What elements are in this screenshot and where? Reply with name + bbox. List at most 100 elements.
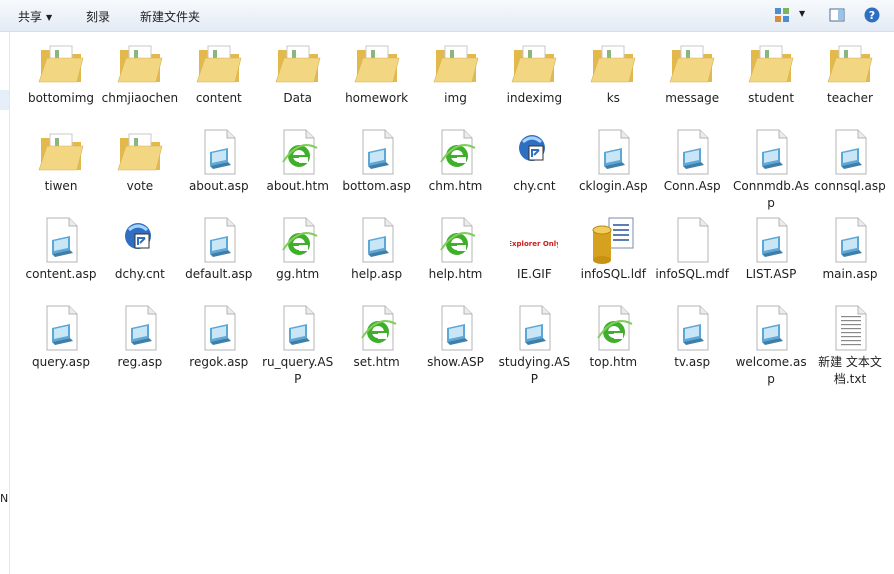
file-item[interactable]: Connmdb.Asp — [732, 122, 810, 212]
file-item[interactable]: tv.asp — [653, 298, 731, 371]
file-item[interactable]: chmjiaochen — [101, 34, 179, 107]
file-item[interactable]: help.htm — [417, 210, 495, 283]
file-item[interactable]: content.asp — [22, 210, 100, 283]
view-options-icon[interactable] — [774, 7, 790, 23]
file-item[interactable]: ks — [574, 34, 652, 107]
share-menu[interactable]: 共享 ▼ — [18, 8, 52, 25]
file-item[interactable]: chm.htm — [417, 122, 495, 195]
file-item[interactable]: cklogin.Asp — [574, 122, 652, 195]
file-name: help.asp — [351, 267, 403, 281]
folder-icon — [116, 40, 164, 88]
help-contents-icon — [116, 216, 164, 264]
folder-icon — [353, 40, 401, 88]
file-name: top.htm — [589, 355, 638, 369]
ie-htm-file-icon — [432, 216, 480, 264]
ie-htm-file-icon — [274, 216, 322, 264]
file-name: about.asp — [188, 179, 249, 193]
file-item[interactable]: about.asp — [180, 122, 258, 195]
file-name: IE.GIF — [517, 267, 552, 281]
asp-file-icon — [589, 128, 637, 176]
file-item[interactable]: homework — [338, 34, 416, 107]
file-item[interactable]: bottomimg — [22, 34, 100, 107]
folder-icon — [116, 128, 164, 176]
file-name: infoSQL.mdf — [655, 267, 729, 281]
file-item[interactable]: dchy.cnt — [101, 210, 179, 283]
file-item[interactable]: tiwen — [22, 122, 100, 195]
file-list[interactable]: bottomimg chmjiaochen content Data homework i… — [10, 32, 894, 574]
asp-file-icon — [37, 304, 85, 352]
file-name: indeximg — [506, 91, 563, 105]
asp-file-icon — [668, 304, 716, 352]
file-item[interactable]: 新建 文本文档.txt — [811, 298, 889, 388]
blank-file-icon — [668, 216, 716, 264]
file-item[interactable]: set.htm — [338, 298, 416, 371]
view-dropdown-chevron-icon[interactable]: ▼ — [799, 9, 805, 18]
file-item[interactable]: content — [180, 34, 258, 107]
file-item[interactable]: top.htm — [574, 298, 652, 371]
file-item[interactable]: chy.cnt — [495, 122, 573, 195]
file-name: Data — [283, 91, 313, 105]
file-name: connsql.asp — [814, 179, 886, 193]
file-item[interactable]: ru_query.ASP — [259, 298, 337, 388]
file-item[interactable]: img — [417, 34, 495, 107]
file-name: student — [748, 91, 795, 105]
file-item[interactable]: Data — [259, 34, 337, 107]
asp-file-icon — [668, 128, 716, 176]
file-name: cklogin.Asp — [578, 179, 648, 193]
file-item[interactable]: gg.htm — [259, 210, 337, 283]
file-item[interactable]: query.asp — [22, 298, 100, 371]
asp-file-icon — [826, 128, 874, 176]
file-name: default.asp — [185, 267, 253, 281]
chevron-down-icon: ▼ — [46, 13, 53, 22]
file-name: about.htm — [266, 179, 329, 193]
file-item[interactable]: welcome.asp — [732, 298, 810, 388]
file-item[interactable]: teacher — [811, 34, 889, 107]
folder-icon — [747, 40, 795, 88]
preview-pane-icon[interactable] — [829, 7, 845, 23]
file-item[interactable]: student — [732, 34, 810, 107]
file-item[interactable]: infoSQL.ldf — [574, 210, 652, 283]
folder-icon — [195, 40, 243, 88]
folder-icon — [432, 40, 480, 88]
file-name: query.asp — [32, 355, 90, 369]
file-item[interactable]: reg.asp — [101, 298, 179, 371]
folder-icon — [826, 40, 874, 88]
file-item[interactable]: connsql.asp — [811, 122, 889, 195]
file-name: content.asp — [25, 267, 97, 281]
file-item[interactable]: bottom.asp — [338, 122, 416, 195]
file-item[interactable]: Conn.Asp — [653, 122, 731, 195]
database-icon — [589, 216, 637, 264]
file-item[interactable]: Explorer Only IE.GIF — [495, 210, 573, 283]
file-name: infoSQL.ldf — [580, 267, 646, 281]
file-item[interactable]: main.asp — [811, 210, 889, 283]
file-name: Connmdb.Asp — [733, 179, 810, 210]
file-item[interactable]: regok.asp — [180, 298, 258, 371]
file-item[interactable]: message — [653, 34, 731, 107]
file-item[interactable]: show.ASP — [417, 298, 495, 371]
ie-htm-file-icon — [432, 128, 480, 176]
file-name: dchy.cnt — [114, 267, 165, 281]
new-folder-button[interactable]: 新建文件夹 — [140, 8, 200, 25]
ie-htm-file-icon — [353, 304, 401, 352]
file-item[interactable]: infoSQL.mdf — [653, 210, 731, 283]
folder-icon — [37, 128, 85, 176]
burn-button[interactable]: 刻录 — [86, 8, 110, 25]
ie-htm-file-icon — [589, 304, 637, 352]
file-name: homework — [345, 91, 409, 105]
help-icon[interactable]: ? — [864, 7, 880, 23]
file-item[interactable]: help.asp — [338, 210, 416, 283]
file-name: ks — [606, 91, 620, 105]
file-item[interactable]: indeximg — [495, 34, 573, 107]
text-file-icon — [826, 304, 874, 352]
asp-file-icon — [37, 216, 85, 264]
file-name: welcome.asp — [735, 355, 807, 386]
file-item[interactable]: vote — [101, 122, 179, 195]
file-item[interactable]: about.htm — [259, 122, 337, 195]
help-contents-icon — [510, 128, 558, 176]
file-item[interactable]: default.asp — [180, 210, 258, 283]
file-item[interactable]: LIST.ASP — [732, 210, 810, 283]
navigation-pane[interactable]: N — [0, 32, 10, 574]
file-item[interactable]: studying.ASP — [495, 298, 573, 388]
asp-file-icon — [195, 216, 243, 264]
asp-file-icon — [747, 216, 795, 264]
